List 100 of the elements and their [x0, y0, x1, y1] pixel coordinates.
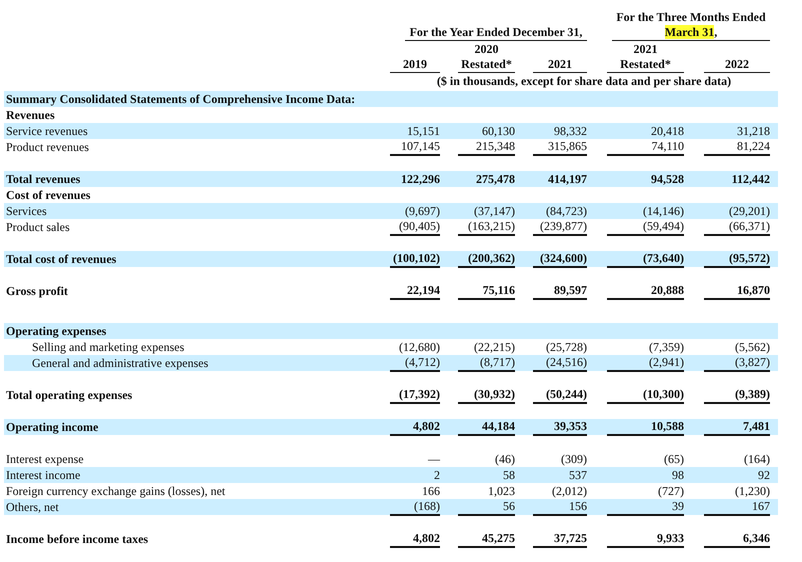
table-cell-text: (37,147) — [473, 204, 515, 218]
row-label: Service revenues — [5, 124, 89, 138]
column-header: 2022 — [704, 57, 770, 73]
row-label: Services — [5, 204, 48, 218]
table-cell-text: (65) — [663, 452, 684, 466]
table-cell: (50,244) — [533, 387, 587, 404]
table-cell-text: 20,418 — [650, 124, 684, 138]
row-label: Foreign currency exchange gains (losses), net — [5, 484, 226, 498]
table-cell: 167 — [704, 499, 770, 516]
table-cell: (3,827) — [704, 355, 770, 372]
table-cell: (30,932) — [458, 387, 515, 404]
row-label: Product sales — [5, 220, 71, 234]
header-text: For the Three Months Ended — [616, 10, 766, 24]
table-cell-text: 94,528 — [650, 172, 684, 186]
row-label: Operating income — [5, 420, 100, 434]
row-label: Revenues — [5, 108, 56, 122]
column-header: 2021 — [533, 57, 587, 73]
table-cell-text: 122,296 — [400, 172, 440, 186]
table-cell-text: — — [426, 452, 440, 466]
row-label: Income before income taxes — [5, 532, 150, 546]
table-cell-text: 60,130 — [481, 124, 515, 138]
table-cell: 89,597 — [533, 283, 587, 300]
table-cell: (9,389) — [704, 387, 770, 404]
table-cell-text: 112,442 — [730, 172, 770, 186]
table-cell-text: 537 — [568, 468, 587, 482]
row-label: Interest income — [5, 468, 82, 482]
column-header: 2020 — [474, 42, 500, 57]
header-text: , — [714, 25, 718, 39]
table-cell-text: (9,697) — [404, 204, 440, 218]
header-text: For the Year Ended December 31, — [410, 25, 582, 39]
table-cell: (200,362) — [458, 251, 515, 268]
table-cell: (168) — [390, 499, 440, 516]
table-cell-text: 166 — [421, 484, 440, 498]
table-cell-text: 98,332 — [553, 124, 587, 138]
table-cell: 44,184 — [458, 419, 515, 436]
table-cell: 20,888 — [607, 283, 684, 300]
column-header: 2019 — [390, 57, 440, 73]
row-label: Summary Consolidated Statements of Comprehensive Income Data: — [5, 92, 356, 106]
table-cell-text: 414,197 — [547, 172, 587, 186]
table-cell: 16,870 — [704, 283, 770, 300]
table-cell: (8,717) — [458, 355, 515, 372]
column-header: Restated* — [607, 57, 684, 73]
table-cell-text: (727) — [657, 484, 684, 498]
row-label: Operating expenses — [5, 324, 108, 338]
table-cell: (95,572) — [704, 251, 770, 268]
table-cell: 107,145 — [390, 139, 440, 156]
row-label: Others, net — [5, 500, 60, 514]
header-text: March 31 — [664, 25, 714, 39]
row-label: Total cost of revenues — [5, 252, 118, 266]
table-cell: 6,346 — [704, 531, 770, 548]
table-cell: (324,600) — [533, 251, 587, 268]
table-cell: (59,494) — [607, 219, 684, 236]
table-cell-text: (46) — [494, 452, 515, 466]
table-cell-text: 275,478 — [475, 172, 515, 186]
table-cell: 22,194 — [390, 283, 440, 300]
row-label: Gross profit — [5, 284, 69, 298]
row-label: Cost of revenues — [5, 188, 92, 202]
units-note: ($ in thousands, except for share data and per share data) — [436, 73, 732, 89]
table-cell-text: (84,723) — [545, 204, 587, 218]
table-cell-text: 92 — [757, 468, 770, 482]
table-cell: 215,348 — [458, 139, 515, 156]
column-header: Restated* — [458, 57, 515, 73]
table-cell-text: (7,359) — [648, 340, 684, 354]
table-cell-text: 31,218 — [736, 124, 770, 138]
table-cell: 56 — [458, 499, 515, 516]
table-cell: (90,405) — [390, 219, 440, 236]
row-label: Total operating expenses — [5, 388, 134, 402]
row-label: General and administrative expenses — [31, 356, 210, 370]
table-cell-text: 1,023 — [487, 484, 515, 498]
table-cell: (239,877) — [533, 219, 587, 236]
table-cell: 45,275 — [458, 531, 515, 548]
table-cell: (10,300) — [607, 387, 684, 404]
table-cell-text: (29,201) — [728, 204, 770, 218]
table-cell: (73,640) — [607, 251, 684, 268]
table-cell-text: (1,230) — [734, 484, 770, 498]
table-cell-text: (25,728) — [545, 340, 587, 354]
table-cell: 10,588 — [607, 419, 684, 436]
table-cell-text: 15,151 — [406, 124, 440, 138]
row-label: Interest expense — [5, 452, 85, 466]
table-cell: (17,392) — [390, 387, 440, 404]
row-label: Product revenues — [5, 140, 90, 154]
table-cell: 75,116 — [458, 283, 515, 300]
row-label: Selling and marketing expenses — [31, 340, 186, 354]
table-cell: (66,371) — [704, 219, 770, 236]
row-label: Total revenues — [5, 172, 82, 186]
table-cell-text: (14,146) — [642, 204, 684, 218]
table-cell-text: (309) — [560, 452, 587, 466]
table-cell: (24,516) — [533, 355, 587, 372]
table-cell: 9,933 — [607, 531, 684, 548]
table-cell: (4,712) — [390, 355, 440, 372]
table-cell: 7,481 — [704, 419, 770, 436]
table-cell: 156 — [533, 499, 587, 516]
table-cell-text: (22,215) — [473, 340, 515, 354]
table-cell: 81,224 — [704, 139, 770, 156]
table-cell: 37,725 — [533, 531, 587, 548]
table-cell-text: 98 — [671, 468, 684, 482]
table-cell-text: (164) — [743, 452, 770, 466]
table-cell: 315,865 — [533, 139, 587, 156]
table-cell-text: (12,680) — [398, 340, 440, 354]
column-header: 2021 — [632, 42, 658, 57]
